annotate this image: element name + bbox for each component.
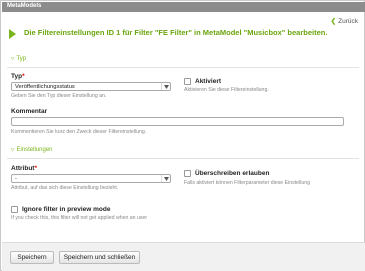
- aktiviert-help: Aktivieren Sie diese Filtereinstellung.: [184, 87, 269, 93]
- section-legend-einstellungen[interactable]: ▽ Einstellungen: [11, 147, 53, 153]
- typ-help: Geben Sie den Typ dieser Einstellung an.: [11, 93, 107, 99]
- heading-arrow-icon: [9, 29, 16, 39]
- section-legend-einstellungen-label: Einstellungen: [16, 147, 53, 153]
- ueberschreiben-label: Überschreiben erlauben: [195, 170, 270, 177]
- window-title: MetaModels: [7, 3, 42, 9]
- title-bar: MetaModels: [2, 2, 365, 12]
- collapse-triangle-icon: ▽: [11, 56, 15, 61]
- back-link[interactable]: ❮ Zurück: [331, 17, 358, 25]
- kommentar-help: Kommentieren Sie kurz den Zweck dieser F…: [11, 129, 147, 135]
- attribut-label: Attribut*: [11, 165, 37, 172]
- typ-select-value: Veröffentlichungsstatus: [15, 84, 75, 90]
- back-arrow-icon: ❮: [330, 18, 337, 25]
- kommentar-input[interactable]: [11, 117, 344, 126]
- typ-label: Typ*: [11, 73, 25, 80]
- chevron-down-icon: [161, 175, 170, 182]
- section-divider: [7, 158, 359, 159]
- form-footer: Speichern Speichern und schließen: [2, 242, 365, 271]
- section-legend-typ-label: Typ: [16, 56, 27, 62]
- kommentar-label: Kommentar: [11, 108, 48, 115]
- chevron-down-icon: [161, 83, 170, 90]
- required-mark: *: [22, 73, 25, 80]
- aktiviert-checkbox[interactable]: [184, 78, 191, 85]
- collapse-triangle-icon: ▽: [11, 147, 15, 152]
- required-mark: *: [34, 165, 37, 172]
- typ-label-text: Typ: [11, 73, 23, 80]
- ignore-preview-label: Ignore filter in preview mode: [22, 206, 111, 213]
- ueberschreiben-checkbox[interactable]: [184, 170, 191, 177]
- filter-settings-window: MetaModels ❮ Zurück Die Filtereinstellung…: [0, 0, 365, 271]
- save-button[interactable]: Speichern: [10, 251, 54, 264]
- aktiviert-label: Aktiviert: [195, 78, 222, 85]
- ueberschreiben-help: Falls aktiviert können Filterparameter d…: [184, 180, 310, 186]
- back-link-label: Zurück: [338, 18, 358, 25]
- save-and-close-button[interactable]: Speichern und schließen: [59, 251, 140, 264]
- attribut-select-value: -: [15, 176, 17, 182]
- ignore-preview-help: If you check this, this filter will not …: [11, 215, 148, 221]
- section-divider: [7, 67, 359, 68]
- section-legend-typ[interactable]: ▽ Typ: [11, 56, 26, 62]
- attribut-select[interactable]: -: [11, 174, 171, 183]
- ignore-preview-checkbox[interactable]: [11, 206, 18, 213]
- page-title: Die Filtereinstellungen ID 1 für Filter …: [24, 28, 328, 37]
- attribut-label-text: Attribut: [11, 165, 35, 172]
- typ-select[interactable]: Veröffentlichungsstatus: [11, 82, 171, 91]
- attribut-help: Attribut, auf das sich diese Einstellung…: [11, 185, 119, 191]
